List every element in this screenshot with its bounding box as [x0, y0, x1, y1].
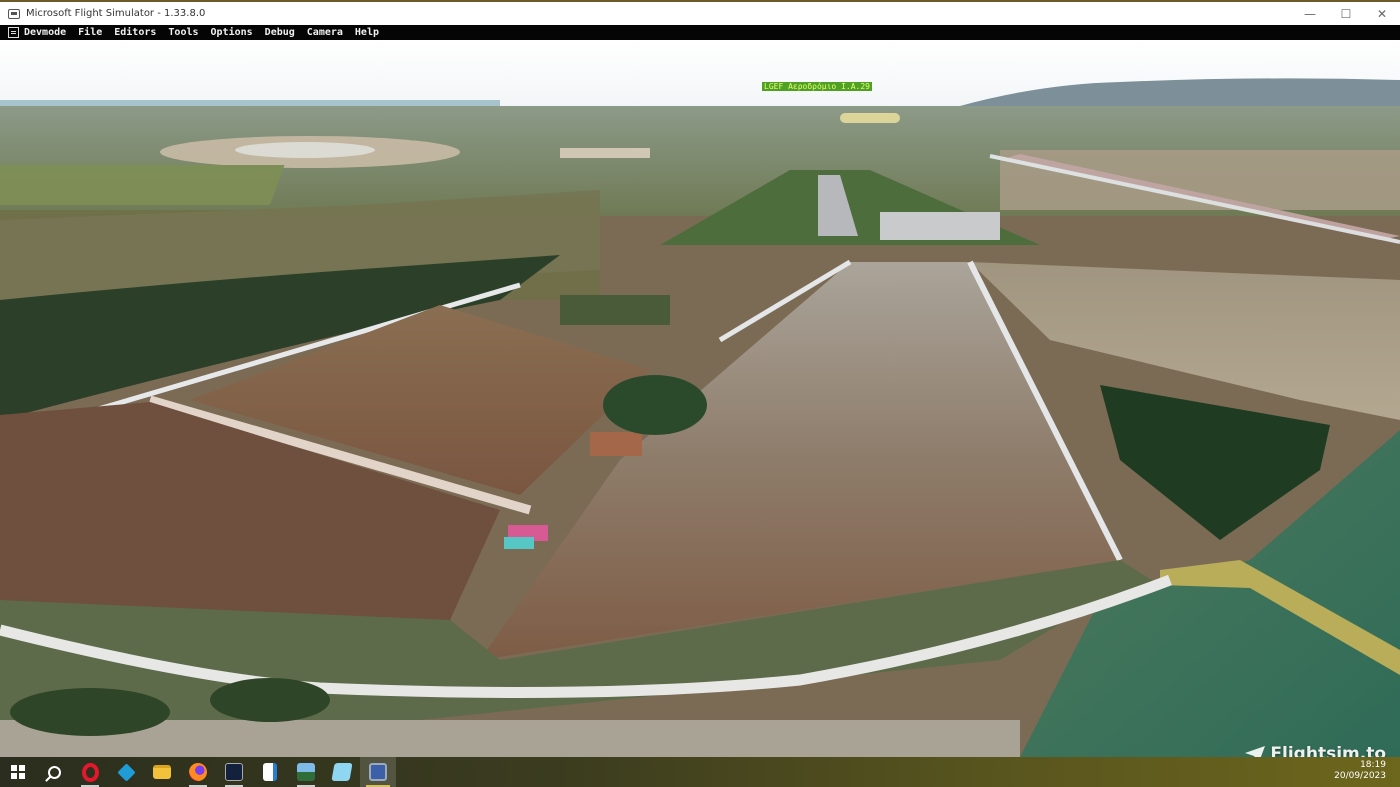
- taskbar-document[interactable]: [252, 757, 288, 787]
- taskbar-kodi[interactable]: [108, 757, 144, 787]
- airport-ident-label: LGEF Αεροδρόμιο Ι.Α.29: [762, 82, 872, 91]
- foreground-trees-left: [10, 688, 170, 736]
- orchard-right: [1100, 385, 1330, 540]
- app-window-icon: [8, 8, 20, 19]
- taskbar-opera[interactable]: [72, 757, 108, 787]
- taskbar-file-explorer[interactable]: [144, 757, 180, 787]
- taskbar-app[interactable]: [216, 757, 252, 787]
- foreground-trees-center: [210, 678, 330, 722]
- clock-time: 18:19: [1360, 760, 1386, 770]
- maximize-button[interactable]: ☐: [1328, 2, 1364, 25]
- clock-date: 20/09/2023: [1334, 771, 1386, 781]
- menu-tools[interactable]: Tools: [168, 27, 198, 38]
- farm-compound: [560, 295, 670, 325]
- search-button[interactable]: [36, 757, 72, 787]
- taskbar-firefox[interactable]: [180, 757, 216, 787]
- search-icon: [47, 765, 61, 779]
- window-titlebar: Microsoft Flight Simulator - 1.33.8.0 — …: [0, 0, 1400, 25]
- menu-editors[interactable]: Editors: [114, 27, 156, 38]
- folder-icon: [153, 765, 171, 779]
- window-title: Microsoft Flight Simulator - 1.33.8.0: [26, 8, 206, 19]
- windows-start-icon: [11, 765, 25, 779]
- swimming-pool: [504, 537, 534, 549]
- menu-help[interactable]: Help: [355, 27, 379, 38]
- close-button[interactable]: ✕: [1364, 2, 1400, 25]
- start-button[interactable]: [0, 757, 36, 787]
- menu-options[interactable]: Options: [211, 27, 253, 38]
- devmode-menubar: Devmode File Editors Tools Options Debug…: [0, 25, 1400, 40]
- devmode-toggle-icon[interactable]: [8, 27, 19, 38]
- app-icon: [225, 763, 243, 781]
- menu-camera[interactable]: Camera: [307, 27, 343, 38]
- window-controls: — ☐ ✕: [1292, 2, 1400, 25]
- document-icon: [263, 763, 277, 781]
- opera-icon: [81, 762, 99, 782]
- airfield-hangars: [880, 212, 1000, 240]
- taskbar-notes[interactable]: [324, 757, 360, 787]
- kodi-icon: [116, 762, 136, 782]
- menu-debug[interactable]: Debug: [265, 27, 295, 38]
- taskbar-save-app[interactable]: [360, 757, 396, 787]
- taskbar-photos[interactable]: [288, 757, 324, 787]
- farmhouse: [590, 432, 642, 456]
- menu-devmode[interactable]: Devmode: [24, 27, 66, 38]
- taskbar: [0, 757, 1400, 787]
- menu-file[interactable]: File: [78, 27, 102, 38]
- notes-icon: [331, 763, 353, 781]
- save-icon: [369, 763, 387, 781]
- minimize-button[interactable]: —: [1292, 2, 1328, 25]
- aerial-scene: [0, 40, 1400, 757]
- tree-cluster-center: [603, 375, 707, 435]
- flight-sim-viewport[interactable]: LGEF Αεροδρόμιο Ι.Α.29: [0, 40, 1400, 757]
- system-clock[interactable]: 18:19 20/09/2023: [1334, 760, 1386, 782]
- firefox-icon: [189, 763, 207, 781]
- photo-icon: [297, 763, 315, 781]
